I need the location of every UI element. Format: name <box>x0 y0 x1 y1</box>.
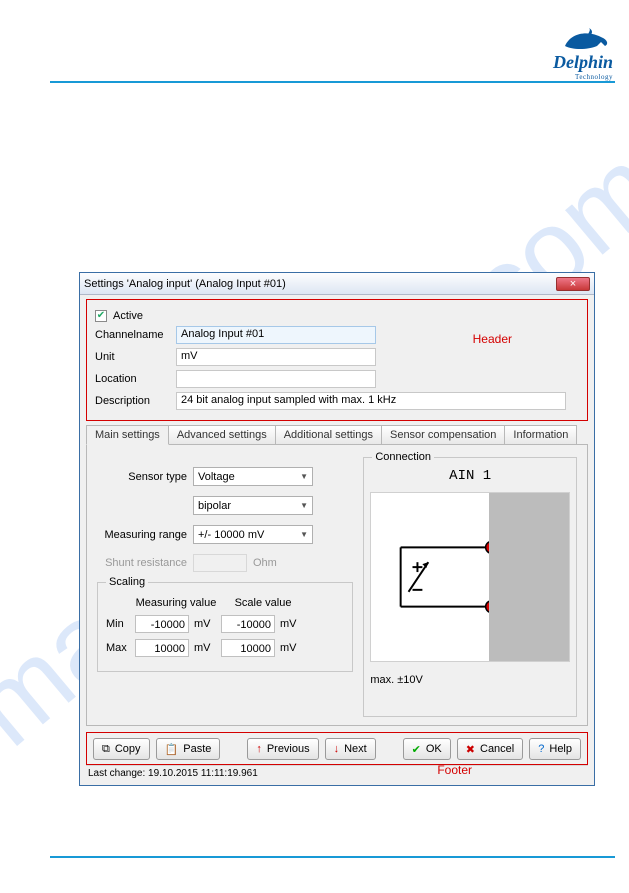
check-icon: ✔ <box>412 743 421 756</box>
tab-main-settings[interactable]: Main settings <box>86 425 169 445</box>
connection-diagram: + − 1 2 <box>370 492 570 662</box>
tab-content: Sensor type Voltage bipolar Measuring ra… <box>86 445 588 726</box>
min-measure-input[interactable]: -10000 <box>135 615 189 633</box>
max-scale-input[interactable]: 10000 <box>221 639 275 657</box>
connection-range: max. ±10V <box>370 674 570 686</box>
channelname-label: Channelname <box>95 329 170 341</box>
paste-icon: 📋 <box>165 743 179 756</box>
previous-button[interactable]: ↑Previous <box>247 738 318 760</box>
max-label: Max <box>106 642 130 654</box>
tab-advanced-settings[interactable]: Advanced settings <box>168 425 276 444</box>
help-button[interactable]: ?Help <box>529 738 581 760</box>
tab-additional-settings[interactable]: Additional settings <box>275 425 382 444</box>
footer-annotation: Footer <box>437 763 472 777</box>
col-scale: Scale value <box>222 597 304 609</box>
shunt-unit: Ohm <box>253 557 275 569</box>
brand-logo: Delphin Technology <box>553 28 613 81</box>
shunt-label: Shunt resistance <box>97 557 187 569</box>
measuring-range-dropdown[interactable]: +/- 10000 mV <box>193 525 313 544</box>
header-annotation: Header <box>473 332 512 346</box>
sensor-type-dropdown[interactable]: Voltage <box>193 467 313 486</box>
close-button[interactable]: × <box>556 277 590 291</box>
arrow-up-icon: ↑ <box>256 743 262 755</box>
unit-input[interactable]: mV <box>176 348 376 366</box>
measuring-range-label: Measuring range <box>97 529 187 541</box>
max-measure-input[interactable]: 10000 <box>135 639 189 657</box>
connection-group: Connection AIN 1 <box>363 457 577 717</box>
tab-sensor-compensation[interactable]: Sensor compensation <box>381 425 505 444</box>
dialog-title: Settings 'Analog input' (Analog Input #0… <box>84 278 556 290</box>
logo-text: Delphin <box>553 52 613 73</box>
active-checkbox[interactable]: ✔ <box>95 310 107 322</box>
polarity-dropdown[interactable]: bipolar <box>193 496 313 515</box>
scaling-label: Scaling <box>106 576 148 588</box>
location-label: Location <box>95 373 170 385</box>
next-button[interactable]: ↓Next <box>325 738 376 760</box>
channelname-input[interactable]: Analog Input #01 <box>176 326 376 344</box>
cross-icon: ✖ <box>466 743 475 756</box>
connection-label: Connection <box>372 451 434 463</box>
footer-panel: ⧉Copy 📋Paste ↑Previous ↓Next ✔OK ✖Cancel… <box>86 732 588 765</box>
logo-sub: Technology <box>553 73 613 81</box>
tab-bar: Main settings Advanced settings Addition… <box>86 425 588 445</box>
description-input[interactable]: 24 bit analog input sampled with max. 1 … <box>176 392 566 410</box>
scaling-group: Scaling Measuring value Scale value Min … <box>97 582 353 672</box>
cancel-button[interactable]: ✖Cancel <box>457 738 523 760</box>
min-label: Min <box>106 618 130 630</box>
settings-dialog: Settings 'Analog input' (Analog Input #0… <box>79 272 595 786</box>
description-label: Description <box>95 395 170 407</box>
tab-information[interactable]: Information <box>504 425 577 444</box>
last-change-text: Last change: 19.10.2015 11:11:19.961 <box>86 765 588 781</box>
title-bar: Settings 'Analog input' (Analog Input #0… <box>80 273 594 295</box>
arrow-down-icon: ↓ <box>334 743 340 755</box>
min-scale-input[interactable]: -10000 <box>221 615 275 633</box>
help-icon: ? <box>538 743 544 755</box>
col-measure: Measuring value <box>135 597 217 609</box>
copy-button[interactable]: ⧉Copy <box>93 738 150 760</box>
unit-label: Unit <box>95 351 170 363</box>
header-panel: Header ✔ Active Channelname Analog Input… <box>86 299 588 421</box>
paste-button[interactable]: 📋Paste <box>156 738 221 760</box>
copy-icon: ⧉ <box>102 743 110 756</box>
sensor-type-label: Sensor type <box>97 471 187 483</box>
shunt-input <box>193 554 247 572</box>
location-input[interactable] <box>176 370 376 388</box>
active-label: Active <box>113 310 143 322</box>
connection-title: AIN 1 <box>370 468 570 484</box>
ok-button[interactable]: ✔OK <box>403 738 451 760</box>
